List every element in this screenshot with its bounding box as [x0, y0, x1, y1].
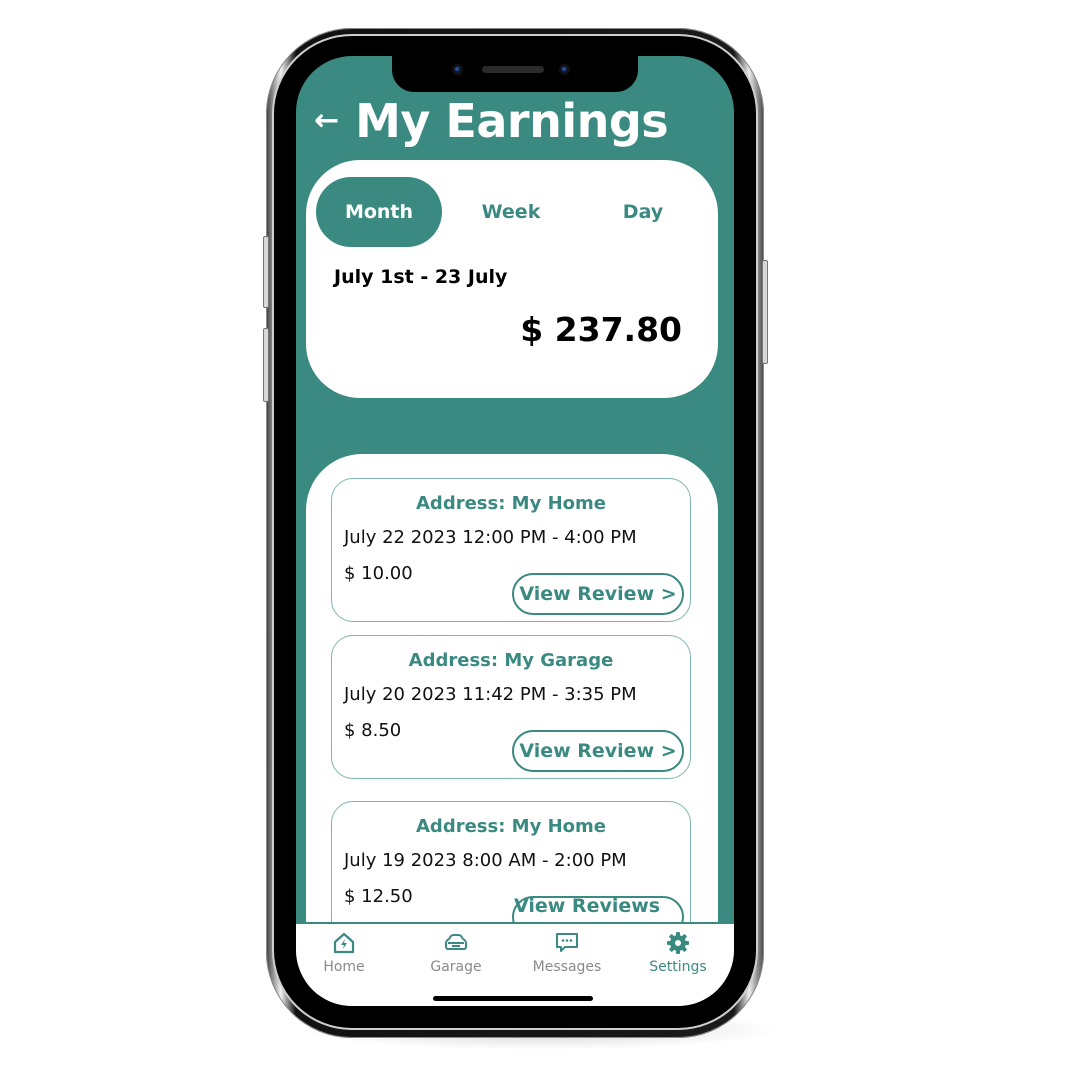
session-card: Address: My Home July 22 2023 12:00 PM -…: [331, 478, 691, 622]
page-header: ← My Earnings: [314, 92, 669, 150]
chat-bubble-icon: [556, 933, 578, 952]
tab-home-label: Home: [323, 959, 365, 975]
page-title: My Earnings: [355, 94, 669, 148]
tab-garage-label: Garage: [430, 959, 482, 975]
home-bolt-icon: [333, 932, 355, 954]
tab-day[interactable]: Day: [580, 177, 706, 247]
session-amount: $ 8.50: [344, 720, 402, 741]
arrow-left-icon[interactable]: ←: [314, 106, 339, 136]
tab-month[interactable]: Month: [316, 177, 442, 247]
power-button: [762, 260, 768, 364]
bottom-tab-bar: Home Garage Messages Settings: [296, 922, 734, 1006]
app-screen: ← My Earnings Month Week Day July 1st - …: [296, 56, 734, 1006]
session-address: Address: My Home: [416, 816, 606, 837]
volume-button: [263, 328, 269, 402]
total-earnings: $ 237.80: [520, 310, 682, 349]
tab-messages-label: Messages: [532, 959, 602, 975]
tab-week[interactable]: Week: [448, 177, 574, 247]
session-card: Address: My Garage July 20 2023 11:42 PM…: [331, 635, 691, 779]
session-amount: $ 12.50: [344, 886, 413, 907]
car-icon: [445, 934, 467, 950]
date-range: July 1st - 23 July: [334, 266, 508, 288]
session-time: July 20 2023 11:42 PM - 3:35 PM: [344, 684, 637, 705]
session-amount: $ 10.00: [344, 563, 413, 584]
tab-settings[interactable]: Settings: [623, 930, 733, 975]
session-time: July 19 2023 8:00 AM - 2:00 PM: [344, 850, 627, 871]
sensor-icon: [559, 64, 570, 75]
tab-garage[interactable]: Garage: [401, 930, 511, 975]
view-review-button[interactable]: View Review >: [512, 573, 684, 615]
silent-switch: [263, 236, 269, 308]
gear-icon: [667, 932, 689, 954]
session-time: July 22 2023 12:00 PM - 4:00 PM: [344, 527, 637, 548]
tab-home[interactable]: Home: [296, 930, 399, 975]
notch: [392, 56, 638, 92]
tab-settings-label: Settings: [649, 959, 707, 975]
camera-icon: [452, 64, 463, 75]
session-address: Address: My Home: [416, 493, 606, 514]
home-indicator[interactable]: [433, 996, 593, 1001]
speaker-grille: [482, 66, 544, 73]
earnings-summary-card: Month Week Day July 1st - 23 July $ 237.…: [306, 160, 718, 398]
tab-messages[interactable]: Messages: [512, 930, 622, 975]
view-review-button[interactable]: View Review >: [512, 730, 684, 772]
session-address: Address: My Garage: [408, 650, 614, 671]
